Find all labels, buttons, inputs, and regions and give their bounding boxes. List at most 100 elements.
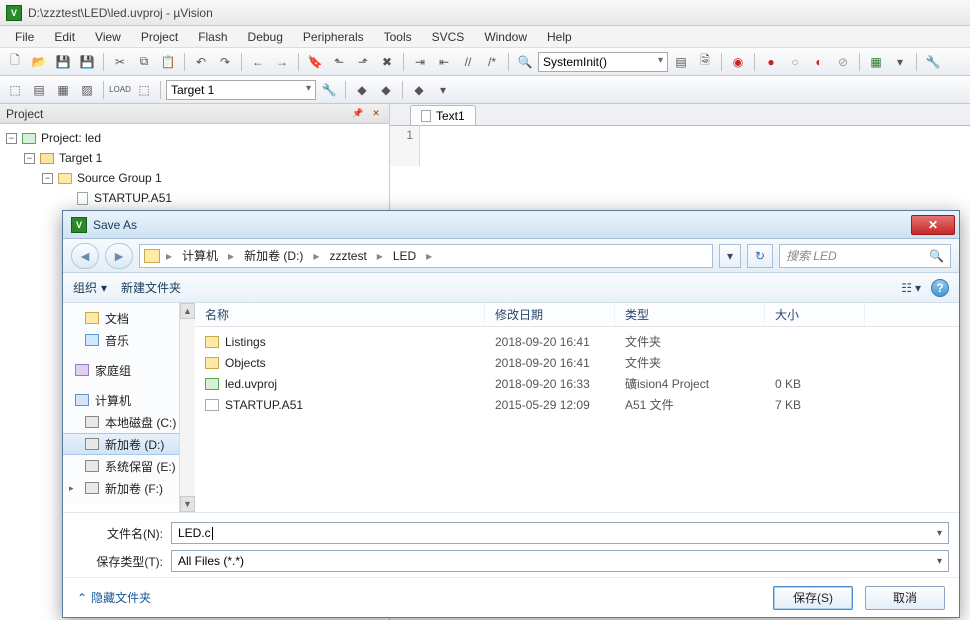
- place-music[interactable]: 音乐: [63, 329, 194, 351]
- nav-back-icon[interactable]: ←: [247, 51, 269, 73]
- cancel-button[interactable]: 取消: [865, 586, 945, 610]
- col-date[interactable]: 修改日期: [485, 303, 615, 326]
- editor-tab[interactable]: Text1: [410, 105, 476, 125]
- menu-debug[interactable]: Debug: [239, 28, 292, 46]
- tree-file[interactable]: STARTUP.A51: [2, 188, 387, 208]
- collapse-icon[interactable]: −: [6, 133, 17, 144]
- breakpoint-enable-icon[interactable]: ○: [784, 51, 806, 73]
- menu-project[interactable]: Project: [132, 28, 187, 46]
- menu-view[interactable]: View: [86, 28, 130, 46]
- pane-pin-icon[interactable]: 📌: [351, 107, 365, 121]
- bookmark-clear-icon[interactable]: ✖: [376, 51, 398, 73]
- menu-file[interactable]: File: [6, 28, 43, 46]
- select-packs-icon[interactable]: ◆: [375, 79, 397, 101]
- save-all-icon[interactable]: 💾: [76, 51, 98, 73]
- place-drive-e[interactable]: 系统保留 (E:): [63, 455, 194, 477]
- menu-peripherals[interactable]: Peripherals: [294, 28, 373, 46]
- help-button[interactable]: ?: [931, 279, 949, 297]
- menu-flash[interactable]: Flash: [189, 28, 236, 46]
- breadcrumb-folder2[interactable]: LED: [385, 245, 424, 267]
- target-combo[interactable]: Target 1: [166, 80, 316, 100]
- col-size[interactable]: 大小: [765, 303, 865, 326]
- col-type[interactable]: 类型: [615, 303, 765, 326]
- place-homegroup[interactable]: 家庭组: [63, 359, 194, 381]
- breakpoint-insert-icon[interactable]: ●: [760, 51, 782, 73]
- target-options-icon[interactable]: 🔧: [318, 79, 340, 101]
- redo-icon[interactable]: ↷: [214, 51, 236, 73]
- breadcrumb-drive[interactable]: 新加卷 (D:): [236, 245, 311, 267]
- breadcrumb-folder1[interactable]: zzztest: [321, 245, 374, 267]
- find-icon[interactable]: 🔍: [514, 51, 536, 73]
- col-name[interactable]: 名称: [195, 303, 485, 326]
- stop-build-icon[interactable]: ⬚: [133, 79, 155, 101]
- places-scrollbar[interactable]: ▲ ▼: [179, 303, 195, 512]
- download-icon[interactable]: LOAD: [109, 79, 131, 101]
- place-drive-d[interactable]: 新加卷 (D:): [63, 433, 194, 455]
- find-next-icon[interactable]: ▤: [670, 51, 692, 73]
- search-input[interactable]: 搜索 LED 🔍: [779, 244, 951, 268]
- tree-root[interactable]: − Project: led: [2, 128, 387, 148]
- copy-icon[interactable]: ⧉: [133, 51, 155, 73]
- place-drive-f[interactable]: ▸新加卷 (F:): [63, 477, 194, 499]
- new-folder-button[interactable]: 新建文件夹: [121, 279, 181, 296]
- pack-installer-icon[interactable]: ◆: [408, 79, 430, 101]
- editor-body[interactable]: 1: [390, 126, 970, 166]
- menu-window[interactable]: Window: [475, 28, 536, 46]
- chevron-right-icon[interactable]: ▸: [226, 249, 236, 263]
- file-list[interactable]: Listings2018-09-20 16:41文件夹Objects2018-0…: [195, 327, 959, 512]
- find-combo[interactable]: SystemInit(): [538, 52, 668, 72]
- build-icon[interactable]: ▤: [28, 79, 50, 101]
- menu-tools[interactable]: Tools: [375, 28, 421, 46]
- close-button[interactable]: ✕: [911, 215, 955, 235]
- breakpoint-kill-icon[interactable]: ⊘: [832, 51, 854, 73]
- refresh-button[interactable]: ↻: [747, 244, 773, 268]
- place-computer[interactable]: 计算机: [63, 389, 194, 411]
- menu-help[interactable]: Help: [538, 28, 581, 46]
- comment-icon[interactable]: //: [457, 51, 479, 73]
- uncomment-icon[interactable]: /*: [481, 51, 503, 73]
- paste-icon[interactable]: 📋: [157, 51, 179, 73]
- new-file-icon[interactable]: 🗋: [4, 51, 26, 73]
- nav-back-button[interactable]: ◄: [71, 243, 99, 269]
- outdent-icon[interactable]: ⇤: [433, 51, 455, 73]
- save-icon[interactable]: 💾: [52, 51, 74, 73]
- chevron-right-icon[interactable]: ▸: [424, 249, 434, 263]
- breadcrumb-bar[interactable]: ▸ 计算机 ▸ 新加卷 (D:) ▸ zzztest ▸ LED ▸: [139, 244, 713, 268]
- menu-edit[interactable]: Edit: [45, 28, 84, 46]
- file-row[interactable]: led.uvproj2018-09-20 16:33礦ision4 Projec…: [195, 373, 959, 394]
- breadcrumb-dropdown-button[interactable]: ▾: [719, 244, 741, 268]
- expand-icon[interactable]: ▸: [69, 483, 78, 494]
- organize-button[interactable]: 组织 ▾: [73, 279, 107, 296]
- find-in-files-icon[interactable]: 🗟: [694, 51, 716, 73]
- nav-fwd-icon[interactable]: →: [271, 51, 293, 73]
- rebuild-icon[interactable]: ▦: [52, 79, 74, 101]
- bookmark-prev-icon[interactable]: ⬑: [328, 51, 350, 73]
- place-drive-c[interactable]: 本地磁盘 (C:): [63, 411, 194, 433]
- tree-target[interactable]: − Target 1: [2, 148, 387, 168]
- nav-forward-button[interactable]: ►: [105, 243, 133, 269]
- place-documents[interactable]: 文档: [63, 307, 194, 329]
- breakpoint-disable-icon[interactable]: ◐: [808, 51, 830, 73]
- view-mode-button[interactable]: ☷ ▾: [901, 281, 921, 295]
- file-row[interactable]: Objects2018-09-20 16:41文件夹: [195, 352, 959, 373]
- batch-build-icon[interactable]: ▨: [76, 79, 98, 101]
- open-file-icon[interactable]: 📂: [28, 51, 50, 73]
- filetype-select[interactable]: All Files (*.*): [171, 550, 949, 572]
- configure-icon[interactable]: 🔧: [922, 51, 944, 73]
- collapse-icon[interactable]: −: [42, 173, 53, 184]
- save-button[interactable]: 保存(S): [773, 586, 853, 610]
- bookmark-next-icon[interactable]: ⬏: [352, 51, 374, 73]
- file-row[interactable]: Listings2018-09-20 16:41文件夹: [195, 331, 959, 352]
- pane-close-icon[interactable]: ✕: [369, 107, 383, 121]
- debug-icon[interactable]: ◉: [727, 51, 749, 73]
- scroll-up-icon[interactable]: ▲: [180, 303, 195, 319]
- indent-icon[interactable]: ⇥: [409, 51, 431, 73]
- toolbar2-dropdown-icon[interactable]: ▾: [432, 79, 454, 101]
- window-icon[interactable]: ▦: [865, 51, 887, 73]
- tree-group[interactable]: − Source Group 1: [2, 168, 387, 188]
- bookmark-icon[interactable]: 🔖: [304, 51, 326, 73]
- search-icon[interactable]: 🔍: [929, 249, 944, 263]
- scroll-down-icon[interactable]: ▼: [180, 496, 195, 512]
- chevron-right-icon[interactable]: ▸: [375, 249, 385, 263]
- chevron-right-icon[interactable]: ▸: [311, 249, 321, 263]
